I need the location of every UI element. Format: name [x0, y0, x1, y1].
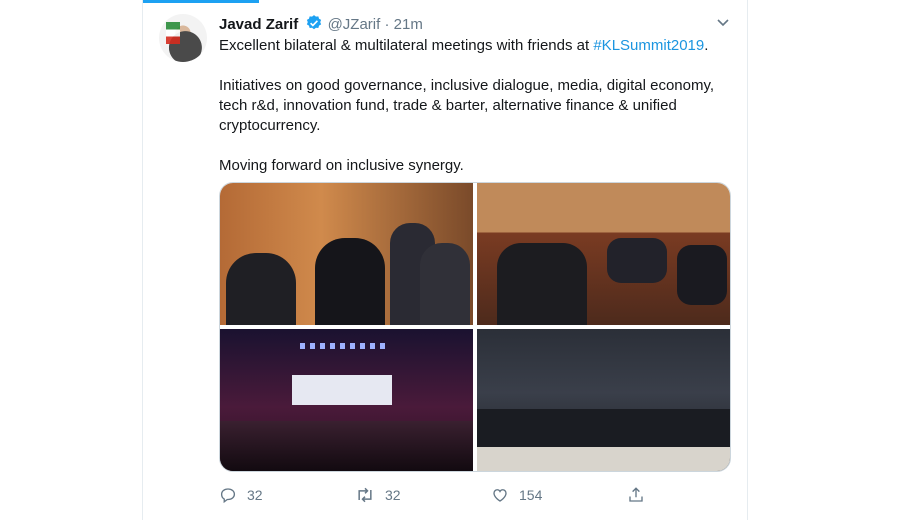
photo-grid — [219, 182, 731, 472]
photo-figure — [497, 243, 587, 325]
photo-figure — [315, 238, 385, 325]
reply-count: 32 — [247, 487, 263, 503]
retweet-count: 32 — [385, 487, 401, 503]
tweet-text: Excellent bilateral & multilateral meeti… — [219, 36, 729, 196]
photo-figure — [226, 253, 296, 325]
photo-summit-hall[interactable] — [220, 329, 473, 471]
photo-summit-session[interactable] — [477, 329, 730, 471]
tweet-time[interactable]: 21m — [394, 16, 423, 33]
photo-figure — [607, 238, 667, 283]
tweet-card[interactable]: Javad Zarif @JZarif · 21m Excellent bila… — [142, 0, 748, 520]
tab-indicator — [143, 0, 259, 3]
like-count: 154 — [519, 487, 543, 503]
photo-meeting-2[interactable] — [477, 183, 730, 325]
photo-stage-screen — [292, 375, 392, 405]
line1-end: . — [704, 37, 709, 54]
tweet-paragraph-3: Moving forward on inclusive synergy. — [219, 157, 464, 174]
photo-audience — [220, 421, 473, 471]
photo-delegates — [477, 409, 730, 449]
photo-stage-lights — [300, 343, 386, 349]
heart-icon — [493, 489, 507, 502]
tweet-header: Javad Zarif @JZarif · 21m — [219, 14, 423, 38]
photo-figure — [677, 245, 727, 305]
share-button[interactable] — [627, 486, 655, 504]
retweet-icon — [358, 487, 372, 503]
flag-icon — [166, 22, 180, 44]
photo-figure — [420, 243, 470, 325]
author-name[interactable]: Javad Zarif — [219, 16, 298, 33]
line1-text: Excellent bilateral & multilateral meeti… — [219, 37, 594, 54]
avatar[interactable] — [159, 14, 207, 62]
chevron-down-icon[interactable] — [715, 14, 731, 35]
verified-badge-icon — [305, 14, 323, 38]
tweet-actions: 32 32 154 — [219, 486, 729, 506]
reply-button[interactable]: 32 — [219, 486, 263, 504]
tweet-line-1: Excellent bilateral & multilateral meeti… — [219, 36, 729, 56]
dot-separator: · — [384, 16, 390, 33]
photo-meeting-1[interactable] — [220, 183, 473, 325]
like-button[interactable]: 154 — [491, 486, 542, 504]
reply-icon — [220, 488, 236, 504]
retweet-button[interactable]: 32 — [355, 486, 401, 504]
tweet-paragraph-2: Initiatives on good governance, inclusiv… — [219, 77, 715, 134]
hashtag-link[interactable]: #KLSummit2019 — [593, 37, 704, 54]
author-handle[interactable]: @JZarif — [328, 16, 381, 33]
share-icon — [629, 487, 643, 502]
photo-table — [477, 447, 730, 471]
